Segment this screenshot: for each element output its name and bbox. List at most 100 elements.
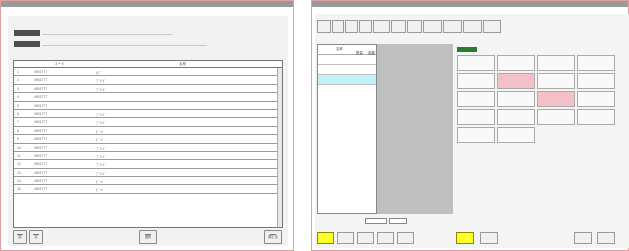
row-code: 4901777	[34, 128, 48, 133]
grid-item[interactable]	[537, 55, 575, 71]
grid-item[interactable]	[577, 91, 615, 107]
left-window-body: コード 名称 1 4901777 ｶﾌﾞ 2 4901777 ﾌﾞﾗﾝﾄﾞ 3 4901777…	[8, 16, 288, 246]
category-tab[interactable]	[457, 47, 477, 52]
grid-item[interactable]	[577, 73, 615, 89]
grid-item[interactable]	[457, 73, 495, 89]
row-code: 4901777	[34, 111, 48, 116]
table-row[interactable]: 12 4901777 ﾌﾞﾗﾝﾄﾞ	[14, 160, 282, 169]
row-name: ﾌﾞﾗﾝﾄﾞ	[96, 154, 107, 159]
table-row[interactable]: 11 4901777 ﾌﾞﾗﾝﾄﾞ	[14, 152, 282, 161]
toolbar-button[interactable]	[359, 20, 372, 33]
row-code: 4901777	[34, 78, 48, 83]
bottom-button[interactable]	[317, 232, 334, 244]
grid-item[interactable]	[457, 91, 495, 107]
row-no: 9	[17, 137, 19, 142]
toolbar-button[interactable]	[391, 20, 406, 33]
bottom-right-button[interactable]	[480, 232, 498, 244]
left-window: コード 名称 1 4901777 ｶﾌﾞ 2 4901777 ﾌﾞﾗﾝﾄﾞ 3 4901777…	[0, 0, 294, 251]
qty-input-2[interactable]	[389, 218, 407, 224]
select-button[interactable]: 選択	[139, 230, 157, 244]
bottom-button[interactable]	[357, 232, 374, 244]
row-name: ﾋﾞｰﾙ	[96, 138, 103, 143]
toolbar-button[interactable]	[345, 20, 358, 33]
header-code: コード	[54, 62, 65, 66]
row-no: 8	[17, 128, 19, 133]
table-scrollbar[interactable]	[277, 68, 282, 227]
next-button[interactable]: 次	[29, 230, 43, 244]
table-row[interactable]: 10 4901777 ﾌﾞﾗﾝﾄﾞ	[14, 144, 282, 152]
row-name: ﾌﾞﾗﾝﾄﾞ	[96, 171, 107, 176]
toolbar-button[interactable]	[443, 20, 462, 33]
toolbar-button[interactable]	[423, 20, 442, 33]
order-row[interactable]	[318, 65, 376, 75]
table-row[interactable]: 2 4901777 ﾌﾞﾗﾝﾄﾞ	[14, 76, 282, 85]
table-header: コード 名称	[14, 61, 282, 68]
toolbar-button[interactable]	[332, 20, 344, 33]
order-list-body	[318, 55, 376, 85]
row-no: 12	[17, 162, 21, 167]
row-no: 3	[17, 86, 19, 91]
row-no: 5	[17, 103, 19, 108]
prev-button[interactable]: 前	[13, 230, 27, 244]
grid-item[interactable]	[497, 109, 535, 125]
toolbar-button[interactable]	[317, 20, 331, 33]
field-2[interactable]	[14, 41, 40, 47]
table-row[interactable]: 7 4901777 ﾌﾞﾗﾝﾄﾞ	[14, 118, 282, 127]
table-row[interactable]: 4 4901777	[14, 93, 282, 102]
grid-item[interactable]	[457, 55, 495, 71]
grid-item[interactable]	[497, 55, 535, 71]
grid-item[interactable]	[497, 127, 535, 143]
list-header-name: 名称	[336, 47, 343, 51]
row-no: 14	[17, 179, 21, 184]
toolbar-button[interactable]	[373, 20, 390, 33]
table-row[interactable]: 14 4901777 ﾋﾞｰﾙ	[14, 177, 282, 186]
table-row[interactable]: 13 4901777 ﾌﾞﾗﾝﾄﾞ	[14, 169, 282, 178]
row-name: ﾌﾞﾗﾝﾄﾞ	[96, 79, 107, 84]
row-code: 4901777	[34, 120, 48, 125]
grid-item[interactable]	[537, 109, 575, 125]
row-name: ﾌﾞﾗﾝﾄﾞ	[96, 121, 107, 126]
field-1-line	[42, 34, 172, 35]
bottom-right-button[interactable]	[456, 232, 474, 244]
table-row[interactable]: 9 4901777 ﾋﾞｰﾙ	[14, 135, 282, 144]
row-no: 1	[17, 70, 19, 74]
row-no: 10	[17, 145, 21, 150]
toolbar-button[interactable]	[463, 20, 482, 33]
bottom-button[interactable]	[337, 232, 354, 244]
table-row[interactable]: 3 4901777 ﾌﾞﾗﾝﾄﾞ	[14, 85, 282, 94]
row-name: ﾌﾞﾗﾝﾄﾞ	[96, 163, 107, 168]
left-window-titlebar	[1, 1, 293, 7]
toolbar-button[interactable]	[483, 20, 501, 33]
bottom-button[interactable]	[397, 232, 414, 244]
bottom-right-button[interactable]	[597, 232, 615, 244]
toolbar-button[interactable]	[407, 20, 422, 33]
grid-item[interactable]	[537, 73, 575, 89]
order-row[interactable]	[318, 55, 376, 65]
row-code: 4901777	[34, 153, 48, 158]
order-row[interactable]	[318, 75, 376, 85]
table-row[interactable]: 5 4901777	[14, 102, 282, 110]
table-row[interactable]: 1 4901777 ｶﾌﾞ	[14, 68, 282, 77]
grid-item[interactable]	[497, 73, 535, 89]
grid-item[interactable]	[537, 91, 575, 107]
field-1[interactable]	[14, 30, 40, 36]
left-panel-gray	[377, 44, 453, 214]
grid-item[interactable]	[497, 91, 535, 107]
close-button[interactable]: 閉じる	[264, 230, 282, 244]
table-row[interactable]: 8 4901777 ﾋﾞｰﾙ	[14, 127, 282, 136]
grid-item[interactable]	[457, 127, 495, 143]
grid-item[interactable]	[577, 109, 615, 125]
field-2-line	[42, 45, 207, 46]
table-row[interactable]: 6 4901777 ﾌﾞﾗﾝﾄﾞ	[14, 110, 282, 119]
right-window-body: 名称 数量 金額	[315, 14, 629, 248]
bottom-right-button[interactable]	[574, 232, 592, 244]
row-name: ｶﾌﾞ	[96, 71, 102, 75]
qty-input[interactable]	[365, 218, 387, 224]
grid-item[interactable]	[577, 55, 615, 71]
order-list: 名称 数量 金額	[317, 44, 377, 214]
bottom-button[interactable]	[377, 232, 394, 244]
row-code: 4901777	[34, 170, 48, 175]
table-row[interactable]: 15 4901777 ﾋﾞｰﾙ	[14, 185, 282, 194]
row-code: 4901777	[34, 103, 48, 108]
grid-item[interactable]	[457, 109, 495, 125]
